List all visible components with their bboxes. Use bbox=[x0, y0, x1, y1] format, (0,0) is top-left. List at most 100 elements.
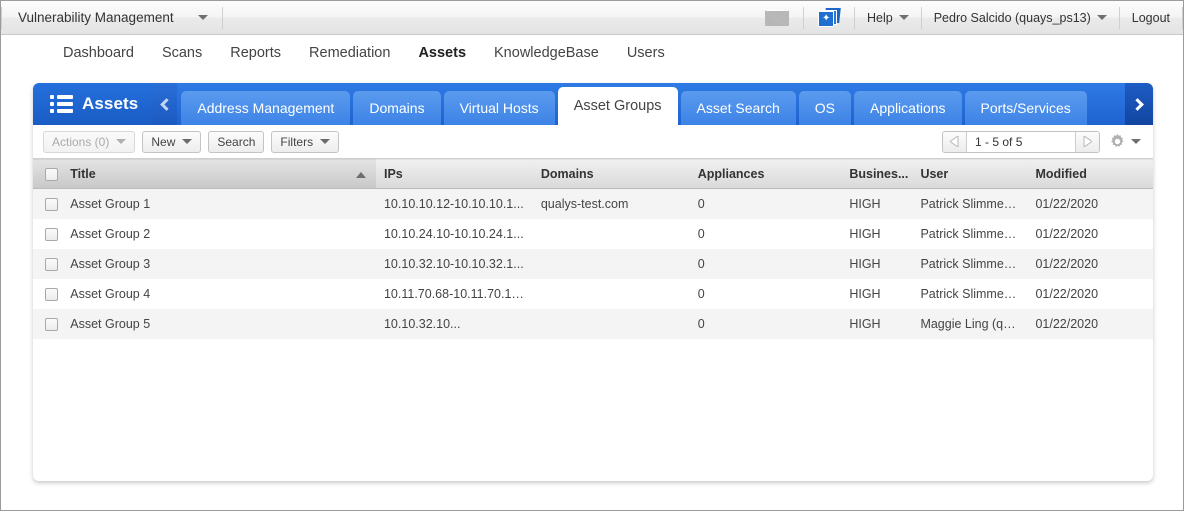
column-label: Title bbox=[70, 166, 96, 181]
actions-button[interactable]: Actions (0) bbox=[43, 130, 136, 153]
pagination-control: 1 - 5 of 5 bbox=[942, 130, 1141, 153]
tabs-scroll-right-button[interactable] bbox=[1125, 83, 1153, 125]
row-checkbox[interactable] bbox=[45, 317, 58, 331]
column-header-title[interactable]: Title bbox=[62, 158, 376, 189]
pager-box: 1 - 5 of 5 bbox=[942, 130, 1100, 153]
tab-asset-search[interactable]: Asset Search bbox=[680, 91, 796, 125]
tab-os[interactable]: OS bbox=[798, 91, 852, 125]
list-toolbar: Actions (0) New Search Filters 1 - 5 of … bbox=[33, 125, 1153, 158]
cell-user: Patrick Slimmer (q... bbox=[920, 256, 1028, 271]
cell-title[interactable]: Asset Group 1 bbox=[62, 189, 376, 219]
cell-title[interactable]: Asset Group 4 bbox=[62, 279, 376, 309]
cell-ips: 10.10.32.10-10.10.32.1... bbox=[383, 256, 524, 271]
tab-virtual-hosts[interactable]: Virtual Hosts bbox=[443, 91, 555, 125]
cell-appliances: 0 bbox=[697, 196, 705, 211]
row-checkbox[interactable] bbox=[45, 197, 58, 211]
checkbox-icon[interactable] bbox=[45, 167, 58, 181]
cell-business: HIGH bbox=[849, 316, 881, 331]
tab-asset-groups[interactable]: Asset Groups bbox=[557, 87, 678, 125]
app-picker-button[interactable]: ✦ bbox=[804, 1, 854, 34]
column-header-user[interactable]: User bbox=[912, 158, 1028, 189]
messages-button[interactable] bbox=[751, 1, 803, 34]
column-header-business[interactable]: Busines... bbox=[841, 158, 913, 189]
help-menu[interactable]: Help bbox=[855, 1, 921, 34]
column-header-modified[interactable]: Modified bbox=[1027, 158, 1153, 189]
new-label: New bbox=[151, 134, 176, 149]
cell-appliances: 0 bbox=[697, 226, 705, 241]
filters-label: Filters bbox=[280, 134, 314, 149]
cell-business: HIGH bbox=[849, 196, 881, 211]
tab-address-management[interactable]: Address Management bbox=[181, 91, 351, 125]
table-body: Asset Group 1 10.10.10.12-10.10.10.1... … bbox=[33, 188, 1153, 339]
pager-range-text[interactable]: 1 - 5 of 5 bbox=[967, 131, 1075, 152]
envelope-icon bbox=[765, 9, 789, 26]
main-navigation: Dashboard Scans Reports Remediation Asse… bbox=[1, 35, 1183, 71]
new-button[interactable]: New bbox=[142, 130, 202, 153]
tab-applications[interactable]: Applications bbox=[854, 91, 962, 125]
row-checkbox[interactable] bbox=[45, 257, 58, 271]
sort-ascending-icon bbox=[355, 171, 366, 178]
cell-title[interactable]: Asset Group 5 bbox=[62, 309, 376, 339]
nav-item-reports[interactable]: Reports bbox=[216, 45, 295, 61]
nav-item-remediation[interactable]: Remediation bbox=[295, 45, 404, 61]
select-all-header[interactable] bbox=[33, 158, 63, 189]
cell-title[interactable]: Asset Group 3 bbox=[62, 249, 376, 279]
pager-prev-button[interactable] bbox=[943, 131, 967, 152]
tab-domains[interactable]: Domains bbox=[353, 91, 441, 125]
nav-item-knowledgebase[interactable]: KnowledgeBase bbox=[480, 45, 613, 61]
app-switcher[interactable]: Vulnerability Management bbox=[2, 1, 222, 34]
help-label: Help bbox=[867, 10, 893, 25]
cell-domains bbox=[533, 309, 690, 339]
tab-ports-services[interactable]: Ports/Services bbox=[964, 91, 1087, 125]
cell-ips: 10.10.10.12-10.10.10.1... bbox=[383, 196, 524, 211]
module-tabs: Address Management Domains Virtual Hosts… bbox=[177, 83, 1125, 125]
cell-business: HIGH bbox=[849, 256, 881, 271]
actions-label: Actions (0) bbox=[52, 134, 110, 149]
search-button[interactable]: Search bbox=[208, 130, 265, 153]
cell-modified: 01/22/2020 bbox=[1035, 286, 1099, 301]
settings-menu-button[interactable] bbox=[1109, 133, 1141, 150]
cell-title[interactable]: Asset Group 2 bbox=[62, 219, 376, 249]
tabs-scroll-left-button[interactable] bbox=[152, 83, 178, 125]
nav-item-dashboard[interactable]: Dashboard bbox=[49, 45, 148, 61]
chevron-down-icon bbox=[898, 15, 909, 20]
nav-item-assets[interactable]: Assets bbox=[404, 45, 480, 61]
table-row[interactable]: Asset Group 1 10.10.10.12-10.10.10.1... … bbox=[33, 188, 1153, 219]
cell-appliances: 0 bbox=[697, 316, 705, 331]
cell-user: Maggie Ling (quay... bbox=[920, 316, 1028, 331]
column-header-domains[interactable]: Domains bbox=[532, 158, 690, 189]
table-row[interactable]: Asset Group 4 10.11.70.68-10.11.70.10...… bbox=[33, 278, 1153, 309]
application-window: Vulnerability Management ✦ Help Pedro Sa… bbox=[0, 0, 1184, 511]
cell-business: HIGH bbox=[849, 226, 881, 241]
pager-next-button[interactable] bbox=[1075, 131, 1099, 152]
row-checkbox[interactable] bbox=[45, 287, 58, 301]
nav-item-users[interactable]: Users bbox=[613, 45, 679, 61]
chevron-right-icon bbox=[1131, 97, 1144, 111]
logout-label: Logout bbox=[1131, 10, 1170, 25]
logout-link[interactable]: Logout bbox=[1120, 1, 1182, 34]
column-header-appliances[interactable]: Appliances bbox=[689, 158, 842, 189]
module-brand[interactable]: Assets bbox=[33, 83, 153, 125]
header-divider bbox=[221, 6, 223, 29]
user-menu[interactable]: Pedro Salcido (quays_ps13) bbox=[922, 1, 1119, 34]
chevron-down-icon bbox=[182, 139, 193, 144]
table-row[interactable]: Asset Group 3 10.10.32.10-10.10.32.1... … bbox=[33, 248, 1153, 279]
app-title: Vulnerability Management bbox=[18, 10, 174, 25]
table-empty-area bbox=[33, 338, 1153, 459]
chevron-down-icon bbox=[197, 15, 208, 20]
row-checkbox[interactable] bbox=[45, 227, 58, 241]
table-row[interactable]: Asset Group 2 10.10.24.10-10.10.24.1... … bbox=[33, 218, 1153, 249]
chevron-down-icon bbox=[320, 139, 331, 144]
header-divider bbox=[1182, 6, 1183, 29]
app-picker-icon: ✦ bbox=[818, 7, 841, 28]
cell-modified: 01/22/2020 bbox=[1035, 256, 1099, 271]
cell-appliances: 0 bbox=[697, 256, 705, 271]
triangle-left-icon bbox=[950, 136, 959, 147]
filters-button[interactable]: Filters bbox=[271, 130, 340, 153]
content-panel: Assets Address Management Domains Virtua… bbox=[33, 83, 1153, 481]
table-row[interactable]: Asset Group 5 10.10.32.10... 0 HIGH Magg… bbox=[33, 308, 1153, 339]
column-header-ips[interactable]: IPs bbox=[375, 158, 533, 189]
global-header: Vulnerability Management ✦ Help Pedro Sa… bbox=[1, 1, 1183, 35]
nav-item-scans[interactable]: Scans bbox=[148, 45, 216, 61]
cell-user: Patrick Slimmer (q... bbox=[920, 226, 1028, 241]
